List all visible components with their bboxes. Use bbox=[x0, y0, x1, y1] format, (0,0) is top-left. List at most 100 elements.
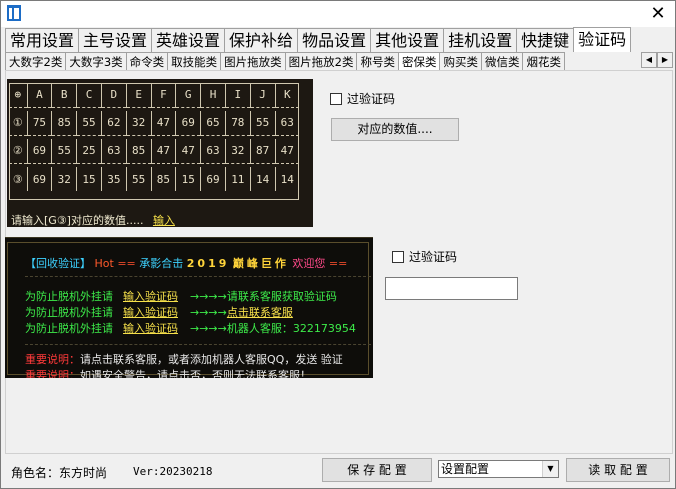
pass-captcha-checkbox-1[interactable] bbox=[330, 92, 342, 105]
captcha-cell: 47 bbox=[274, 139, 299, 163]
sub-tab[interactable]: 命令类 bbox=[125, 52, 169, 70]
captcha-header-row: ⊕ A B C D E F G H I J K bbox=[9, 83, 299, 107]
sub-tab[interactable]: 密保类 bbox=[397, 52, 441, 70]
captcha-cell: I bbox=[224, 83, 251, 107]
captcha-grid: ⊕ A B C D E F G H I J K ① 75 85 55 62 32 47 69 65 78 55 63 ② 69 55… bbox=[9, 83, 299, 191]
title-bar: ✕ bbox=[1, 1, 675, 27]
sub-tab[interactable]: 图片拖放类 bbox=[220, 52, 286, 70]
close-button[interactable]: ✕ bbox=[647, 4, 669, 24]
sub-tab[interactable]: 烟花类 bbox=[522, 52, 565, 70]
captcha-cell: A bbox=[26, 83, 52, 107]
load-config-button[interactable]: 读 取 配 置 bbox=[566, 458, 670, 482]
game-header-deco-2: == bbox=[328, 257, 348, 270]
game-header-hot: Hot bbox=[94, 257, 114, 270]
pass-captcha-label-1: 过验证码 bbox=[347, 92, 396, 106]
captcha-cell: 69 bbox=[26, 167, 52, 191]
chevron-down-icon[interactable]: ▼ bbox=[542, 461, 558, 477]
game-line-part-c: →→→→机器人客服：322173954 bbox=[190, 322, 356, 335]
game-note-2-label: 重要说明： bbox=[25, 369, 80, 378]
game-header-mid: 承影合击 bbox=[139, 257, 184, 270]
captcha-cell: 47 bbox=[150, 111, 176, 135]
captcha-cell: 32 bbox=[125, 111, 152, 135]
app-icon bbox=[7, 5, 21, 21]
captcha-cell: K bbox=[274, 83, 299, 107]
sub-tab[interactable]: 大数字3类 bbox=[65, 52, 127, 70]
sub-tab-bar: 大数字2类 大数字3类 命令类 取技能类 图片拖放类 图片拖放2类 称号类 密保类 购买类 微信类… bbox=[5, 52, 643, 70]
corresponding-value-button[interactable]: 对应的数值.... bbox=[331, 118, 459, 141]
game-line-part-b[interactable]: 输入验证码 bbox=[123, 322, 178, 335]
main-tab[interactable]: 其他设置 bbox=[370, 28, 445, 52]
sub-tab[interactable]: 称号类 bbox=[356, 52, 399, 70]
captcha-cell: 25 bbox=[76, 139, 102, 163]
main-tab[interactable]: 物品设置 bbox=[297, 28, 372, 52]
game-header-deco-1: == bbox=[117, 257, 136, 270]
game-divider-1 bbox=[25, 276, 371, 277]
sub-tab[interactable]: 购买类 bbox=[439, 52, 482, 70]
scroll-left-icon[interactable]: ◀ bbox=[641, 52, 657, 68]
captcha-cell: 32 bbox=[224, 139, 251, 163]
main-window: ✕ 常用设置 主号设置 英雄设置 保护补给 物品设置 其他设置 挂机设置 快捷键 验证码 大数字… bbox=[0, 0, 676, 489]
main-tab[interactable]: 快捷键 bbox=[516, 28, 575, 52]
game-note-2-text: 如遇安全警告，请点击否，否则无法联系客服！ bbox=[80, 369, 311, 378]
captcha-cell: 55 bbox=[125, 167, 152, 191]
sub-tab-scroll: ◀ ▶ bbox=[641, 52, 673, 68]
main-tab[interactable]: 挂机设置 bbox=[443, 28, 518, 52]
game-header-welcome: 欢迎您 bbox=[292, 257, 326, 270]
captcha-row: ① 75 85 55 62 32 47 69 65 78 55 63 bbox=[9, 111, 299, 135]
game-line: 为防止脱机外挂请 输入验证码 →→→→点击联系客服 bbox=[25, 304, 293, 320]
captcha-cell: F bbox=[150, 83, 176, 107]
version-label: Ver:20230218 bbox=[133, 465, 213, 478]
captcha-cell: 15 bbox=[76, 167, 102, 191]
game-header-peak: 巅峰巨作 bbox=[232, 257, 289, 270]
sub-tab[interactable]: 大数字2类 bbox=[5, 52, 67, 70]
captcha-cell: H bbox=[200, 83, 226, 107]
captcha-cell: 69 bbox=[175, 111, 201, 135]
captcha-cell: J bbox=[249, 83, 276, 107]
captcha-cell: 32 bbox=[51, 167, 77, 191]
main-tab[interactable]: 常用设置 bbox=[5, 28, 80, 52]
main-tab[interactable]: 英雄设置 bbox=[151, 28, 226, 52]
main-tab[interactable]: 主号设置 bbox=[78, 28, 153, 52]
config-select-value: 设置配置 bbox=[441, 462, 490, 476]
captcha-cell: ① bbox=[12, 116, 23, 130]
sub-tab[interactable]: 微信类 bbox=[480, 52, 524, 70]
game-note-1: 重要说明：请点击联系客服，或者添加机器人客服QQ，发送 验证 bbox=[25, 351, 343, 367]
captcha-cell: C bbox=[76, 83, 102, 107]
captcha-answer-input[interactable] bbox=[385, 277, 518, 300]
captcha-cell: 55 bbox=[51, 139, 77, 163]
captcha-cell: 87 bbox=[249, 139, 276, 163]
sub-tab[interactable]: 图片拖放2类 bbox=[284, 52, 358, 70]
game-line-part-b[interactable]: 输入验证码 bbox=[123, 306, 178, 319]
captcha-prompt-text: 请输入[G③]对应的数值..... bbox=[11, 214, 144, 227]
game-line-part-c: →→→→请联系客服获取验证码 bbox=[190, 290, 337, 303]
pass-captcha-row-2[interactable]: 过验证码 bbox=[392, 248, 457, 265]
save-config-button[interactable]: 保 存 配 置 bbox=[322, 458, 432, 482]
captcha-cell: 47 bbox=[175, 139, 201, 163]
game-line: 为防止脱机外挂请 输入验证码 →→→→机器人客服：322173954 bbox=[25, 320, 356, 336]
game-line-part-a: 为防止脱机外挂请 bbox=[25, 306, 113, 319]
scroll-right-icon[interactable]: ▶ bbox=[657, 52, 673, 68]
captcha-cell: 55 bbox=[249, 111, 276, 135]
captcha-cell: 63 bbox=[200, 139, 226, 163]
pass-captcha-checkbox-2[interactable] bbox=[392, 250, 404, 263]
captcha-cell: B bbox=[51, 83, 77, 107]
pass-captcha-label-2: 过验证码 bbox=[409, 250, 458, 264]
config-select[interactable]: 设置配置 ▼ bbox=[438, 460, 559, 478]
game-line-part-a: 为防止脱机外挂请 bbox=[25, 290, 113, 303]
sub-tab[interactable]: 取技能类 bbox=[167, 52, 222, 70]
game-header: 【回收验证】 Hot == 承影合击 2019 巅峰巨作 欢迎您 == bbox=[25, 255, 347, 271]
game-line-part-b[interactable]: 输入验证码 bbox=[123, 290, 178, 303]
game-note-2: 重要说明：如遇安全警告，请点击否，否则无法联系客服！ bbox=[25, 367, 311, 378]
captcha-input-link[interactable]: 输入 bbox=[153, 214, 175, 227]
captcha-cell: 15 bbox=[175, 167, 201, 191]
main-tab[interactable]: 验证码 bbox=[573, 27, 632, 52]
captcha-cell: 11 bbox=[224, 167, 251, 191]
captcha-cell: 85 bbox=[51, 111, 77, 135]
captcha-cell: 14 bbox=[274, 167, 299, 191]
captcha-image: ⊕ A B C D E F G H I J K ① 75 85 55 62 32 47 69 65 78 55 63 ② 69 55… bbox=[7, 79, 313, 227]
game-line-part-d[interactable]: 点击联系客服 bbox=[227, 306, 293, 319]
pass-captcha-row-1[interactable]: 过验证码 bbox=[330, 90, 395, 107]
captcha-cell: 14 bbox=[249, 167, 276, 191]
captcha-cell: 63 bbox=[100, 139, 127, 163]
main-tab[interactable]: 保护补给 bbox=[224, 28, 299, 52]
